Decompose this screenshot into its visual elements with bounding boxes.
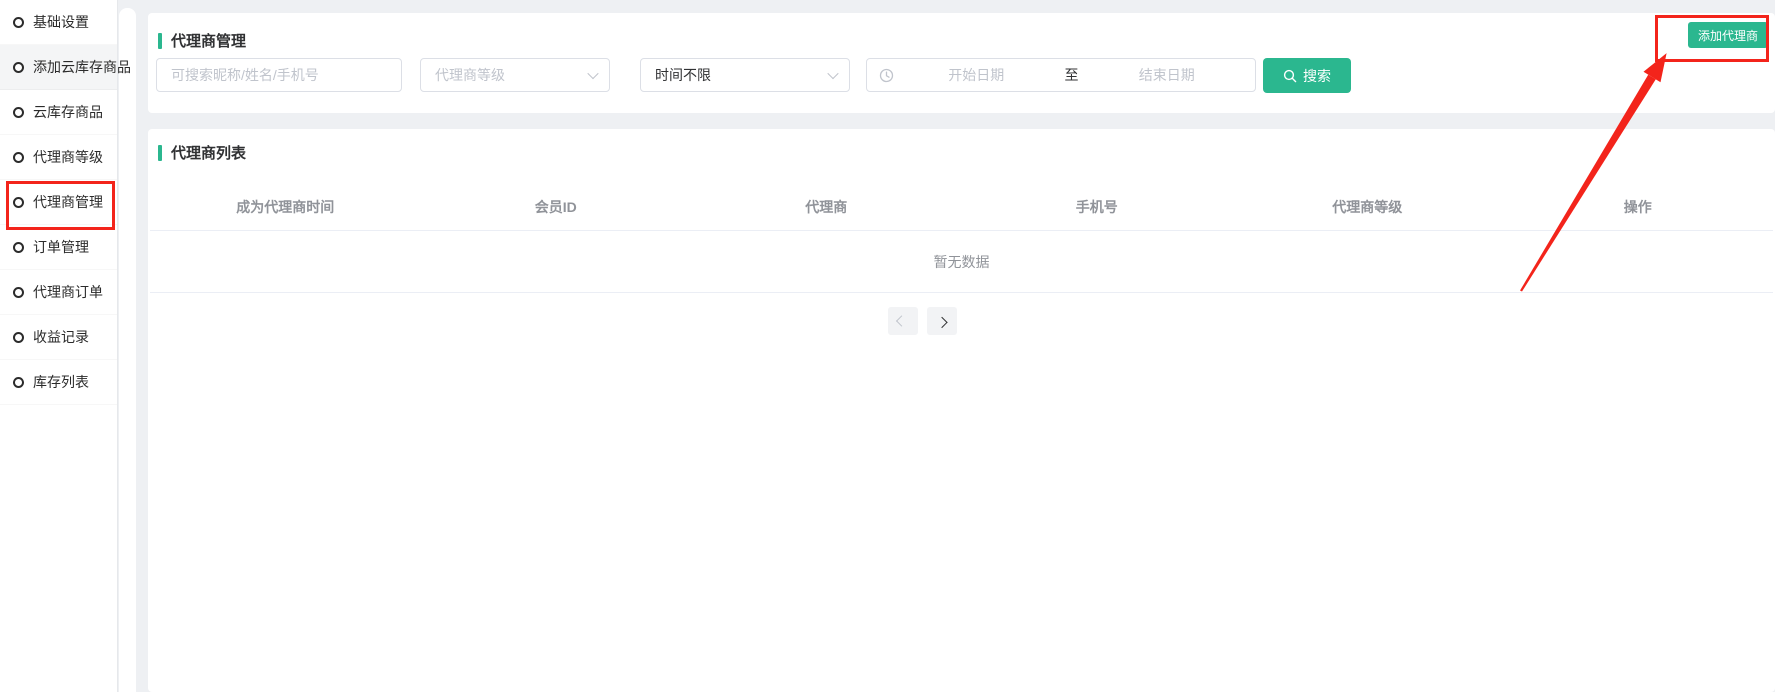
column-header-agent-level: 代理商等级: [1232, 197, 1503, 217]
chevron-right-icon: [936, 317, 947, 328]
agent-level-select[interactable]: [420, 58, 610, 92]
search-icon: [1283, 69, 1297, 83]
agent-management-panel: 代理商管理 至 搜索 添加代理商: [148, 13, 1775, 113]
title-accent-bar: [158, 145, 162, 161]
sidebar-item-label: 云库存商品: [33, 102, 103, 122]
circle-bullet-icon: [13, 287, 24, 298]
clock-icon: [879, 68, 894, 83]
circle-bullet-icon: [13, 197, 24, 208]
date-range-picker[interactable]: 至: [866, 58, 1256, 92]
start-date-input[interactable]: [898, 67, 1055, 83]
table-header-row: 成为代理商时间 会员ID 代理商 手机号 代理商等级 操作: [150, 183, 1773, 231]
end-date-input[interactable]: [1089, 67, 1246, 83]
chevron-down-icon: [827, 68, 838, 79]
circle-bullet-icon: [13, 107, 24, 118]
time-range-select[interactable]: [640, 58, 850, 92]
sidebar-item-agent-level[interactable]: 代理商等级: [0, 135, 117, 180]
sidebar-scrollbar-track[interactable]: [119, 8, 136, 692]
add-agent-button[interactable]: 添加代理商: [1688, 22, 1768, 48]
circle-bullet-icon: [13, 17, 24, 28]
sidebar-item-basic-settings[interactable]: 基础设置: [0, 0, 117, 45]
column-header-agent: 代理商: [691, 197, 962, 217]
add-agent-button-label: 添加代理商: [1698, 27, 1758, 44]
search-button[interactable]: 搜索: [1263, 58, 1351, 93]
panel-title: 代理商管理: [158, 30, 246, 51]
circle-bullet-icon: [13, 242, 24, 253]
sidebar-item-cloud-stock-product[interactable]: 云库存商品: [0, 90, 117, 135]
title-accent-bar: [158, 33, 162, 49]
circle-bullet-icon: [13, 377, 24, 388]
keyword-search-input[interactable]: [171, 67, 387, 83]
chevron-down-icon: [587, 68, 598, 79]
column-header-become-agent-time: 成为代理商时间: [150, 197, 421, 217]
sidebar: 基础设置 添加云库存商品 云库存商品 代理商等级 代理商管理 订单管理 代理商订…: [0, 0, 118, 692]
sidebar-item-stock-list[interactable]: 库存列表: [0, 360, 117, 405]
pagination: [888, 307, 957, 335]
previous-page-button[interactable]: [888, 307, 918, 335]
sidebar-item-add-cloud-stock-product[interactable]: 添加云库存商品: [0, 45, 117, 90]
column-header-phone: 手机号: [962, 197, 1233, 217]
agent-level-select-input[interactable]: [435, 67, 589, 83]
sidebar-item-order-management[interactable]: 订单管理: [0, 225, 117, 270]
circle-bullet-icon: [13, 62, 24, 73]
sidebar-item-label: 订单管理: [33, 237, 89, 257]
panel-title-text: 代理商列表: [171, 142, 246, 163]
circle-bullet-icon: [13, 152, 24, 163]
sidebar-item-agent-orders[interactable]: 代理商订单: [0, 270, 117, 315]
sidebar-item-label: 代理商订单: [33, 282, 103, 302]
sidebar-item-label: 基础设置: [33, 12, 89, 32]
next-page-button[interactable]: [927, 307, 957, 335]
time-range-select-input[interactable]: [655, 67, 829, 83]
column-header-actions: 操作: [1503, 197, 1774, 217]
panel-title: 代理商列表: [158, 142, 246, 163]
date-range-separator: 至: [1059, 65, 1085, 85]
sidebar-item-label: 代理商等级: [33, 147, 103, 167]
sidebar-item-income-records[interactable]: 收益记录: [0, 315, 117, 360]
chevron-left-icon: [896, 315, 907, 326]
table-empty-message: 暂无数据: [150, 231, 1773, 293]
column-header-member-id: 会员ID: [421, 197, 692, 217]
sidebar-item-label: 代理商管理: [33, 192, 103, 212]
sidebar-item-label: 库存列表: [33, 372, 89, 392]
search-button-label: 搜索: [1303, 66, 1331, 86]
sidebar-item-label: 添加云库存商品: [33, 57, 131, 77]
keyword-search-field: [156, 58, 402, 92]
agent-list-panel: 代理商列表 成为代理商时间 会员ID 代理商 手机号 代理商等级 操作 暂无数据: [148, 129, 1775, 692]
sidebar-item-label: 收益记录: [33, 327, 89, 347]
panel-title-text: 代理商管理: [171, 30, 246, 51]
circle-bullet-icon: [13, 332, 24, 343]
sidebar-item-agent-management[interactable]: 代理商管理: [0, 180, 117, 225]
